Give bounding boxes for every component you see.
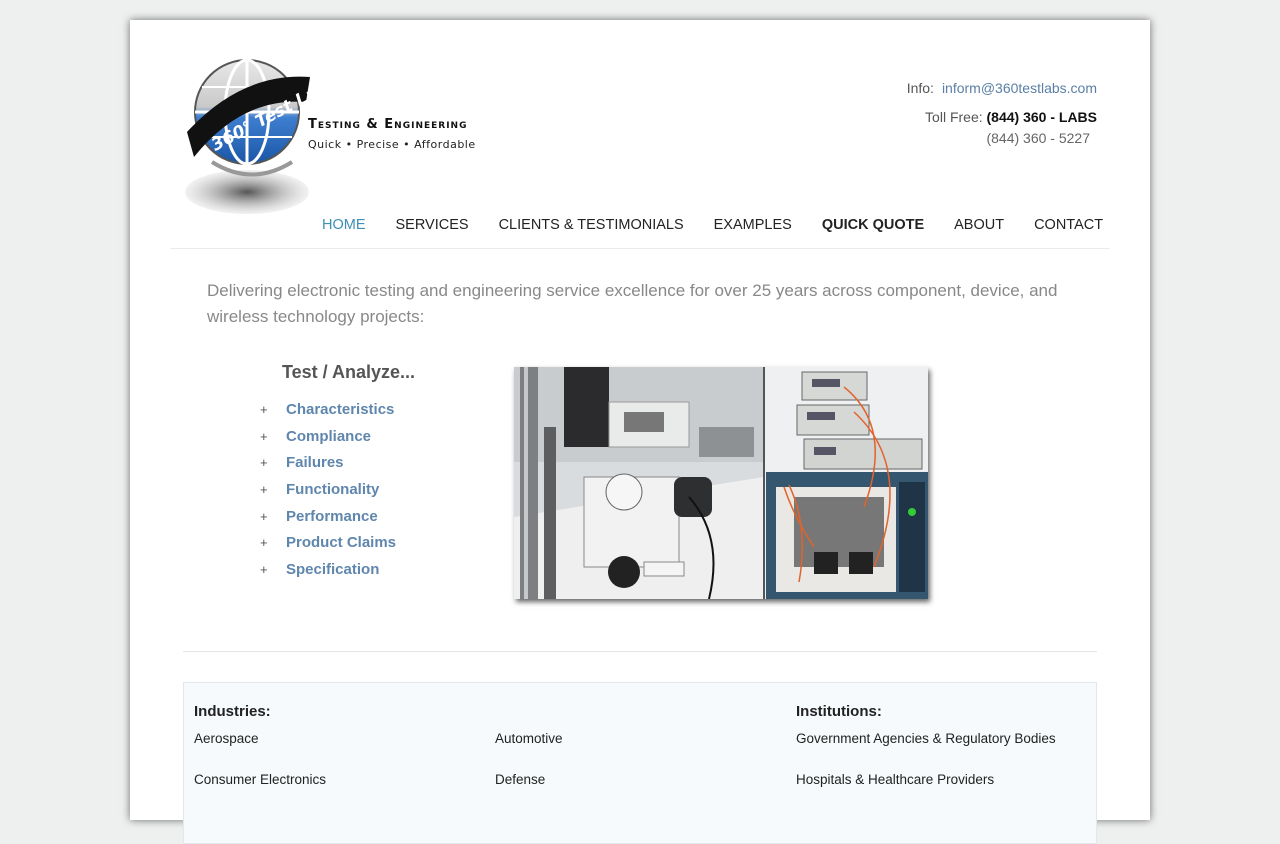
nav-examples[interactable]: EXAMPLES: [714, 217, 792, 233]
brand-subtagline: Quick • Precise • Affordable: [308, 138, 476, 151]
plus-icon: +: [260, 428, 268, 444]
list-item: + Compliance: [260, 427, 396, 454]
industry-item: Automotive: [495, 731, 563, 746]
content-divider: [183, 651, 1097, 652]
test-item-link[interactable]: Functionality: [286, 480, 379, 507]
brand-tagline: Testing & Engineering: [308, 117, 468, 132]
test-list: + Characteristics + Compliance + Failures +…: [260, 400, 396, 587]
main-nav: HOME SERVICES CLIENTS & TESTIMONIALS EXA…: [322, 217, 1103, 233]
industries-heading: Industries:: [194, 703, 271, 720]
plus-icon: +: [260, 535, 268, 551]
page-container: 360° Test Labs Testing & Engineering Qui…: [130, 20, 1150, 844]
header-divider: [170, 248, 1110, 249]
list-item: + Failures: [260, 453, 396, 480]
institution-item: Government Agencies & Regulatory Bodies: [796, 731, 1056, 746]
nav-clients-testimonials[interactable]: CLIENTS & TESTIMONIALS: [499, 217, 684, 233]
nav-services[interactable]: SERVICES: [396, 217, 469, 233]
plus-icon: +: [260, 508, 268, 524]
site-logo[interactable]: 360° Test Labs: [182, 52, 492, 222]
industry-item: Consumer Electronics: [194, 772, 327, 787]
email-link[interactable]: inform@360testlabs.com: [942, 80, 1097, 96]
institutions-col: Institutions: Government Agencies & Regu…: [796, 703, 1056, 813]
industry-item: Defense: [495, 772, 546, 787]
lab-photo: [514, 367, 928, 599]
nav-about[interactable]: ABOUT: [954, 217, 1004, 233]
institution-item: Hospitals & Healthcare Providers: [796, 772, 995, 787]
nav-home[interactable]: HOME: [322, 217, 366, 233]
nav-quick-quote[interactable]: QUICK QUOTE: [822, 217, 924, 233]
intro-text: Delivering electronic testing and engine…: [207, 281, 1058, 326]
list-item: + Functionality: [260, 480, 396, 507]
nav-contact[interactable]: CONTACT: [1034, 217, 1103, 233]
industries-col-2: Automotive Defense: [495, 731, 563, 813]
test-item-link[interactable]: Characteristics: [286, 400, 394, 427]
list-item: + Characteristics: [260, 400, 396, 427]
plus-icon: +: [260, 482, 268, 498]
list-item: + Performance: [260, 507, 396, 534]
test-item-link[interactable]: Specification: [286, 560, 379, 587]
industries-box: Industries: Aerospace Consumer Electroni…: [183, 682, 1097, 844]
test-item-link[interactable]: Failures: [286, 453, 344, 480]
industry-item: Aerospace: [194, 731, 259, 746]
tollfree-number[interactable]: (844) 360 - LABS: [987, 109, 1097, 125]
tollfree-row: Toll Free: (844) 360 - LABS: [907, 107, 1097, 128]
test-item-link[interactable]: Performance: [286, 507, 378, 534]
info-row: Info: inform@360testlabs.com: [907, 78, 1097, 99]
tollfree-label: Toll Free:: [925, 109, 983, 125]
globe-logo-icon: 360° Test Labs: [185, 58, 341, 214]
test-heading: Test / Analyze...: [282, 362, 416, 382]
plus-icon: +: [260, 562, 268, 578]
plus-icon: +: [260, 402, 268, 417]
industries-col-1: Industries: Aerospace Consumer Electroni…: [194, 703, 326, 813]
info-label: Info:: [906, 80, 934, 96]
test-item-link[interactable]: Product Claims: [286, 533, 396, 560]
list-item: + Specification: [260, 560, 396, 587]
alt-phone-number[interactable]: (844) 360 - 5227: [986, 130, 1090, 146]
phone-row: (844) 360 - 5227: [907, 128, 1097, 149]
list-item: + Product Claims: [260, 533, 396, 560]
institutions-heading: Institutions:: [796, 703, 882, 720]
contact-info: Info: inform@360testlabs.com Toll Free: (…: [907, 78, 1097, 149]
test-item-link[interactable]: Compliance: [286, 427, 371, 454]
plus-icon: +: [260, 455, 268, 471]
